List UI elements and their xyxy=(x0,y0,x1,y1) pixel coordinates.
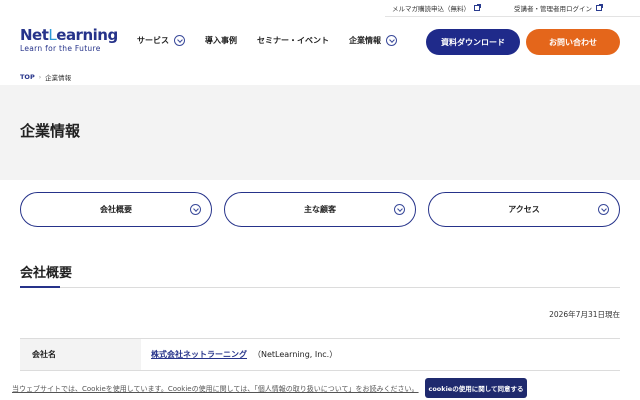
breadcrumb: TOP › 企業情報 xyxy=(20,72,71,82)
chevron-down-icon xyxy=(386,35,397,46)
utility-bar: メルマガ購読申込（無料） 受講者・管理者用ログイン xyxy=(0,0,640,16)
tab-access[interactable]: アクセス xyxy=(428,192,620,227)
nav-item-case-studies[interactable]: 導入事例 xyxy=(205,35,237,46)
cookie-notice-text[interactable]: 当ウェブサイトでは、Cookieを使用しています。Cookieの使用に関しては、… xyxy=(12,384,419,394)
company-name-link[interactable]: 株式会社ネットラーニング xyxy=(151,349,247,360)
breadcrumb-separator: › xyxy=(38,73,42,81)
cookie-consent-button[interactable]: cookieの使用に関して同意する xyxy=(425,378,527,398)
tab-company-overview[interactable]: 会社概要 xyxy=(20,192,212,227)
nav-item-label: サービス xyxy=(137,36,169,45)
as-of-date: 2026年7月31日現在 xyxy=(549,310,620,319)
login-link[interactable]: 受講者・管理者用ログイン xyxy=(514,3,603,13)
section-heading: 会社概要 xyxy=(20,266,73,281)
chevron-down-icon xyxy=(174,35,185,46)
external-link-icon xyxy=(474,4,481,11)
row-value: 株式会社ネットラーニング （NetLearning, Inc.） xyxy=(141,339,620,370)
nav-item-label: 導入事例 xyxy=(205,36,237,45)
login-link-label: 受講者・管理者用ログイン xyxy=(514,5,592,13)
chevron-down-icon xyxy=(598,204,609,215)
tab-label: 主な顧客 xyxy=(304,205,336,214)
chevron-down-icon xyxy=(190,204,201,215)
nav-item-seminars[interactable]: セミナー・イベント xyxy=(257,35,329,46)
page-hero: 企業情報 xyxy=(0,85,640,180)
site-header: NetLearning Learn for the Future サービス 導入… xyxy=(0,17,640,69)
tab-label: アクセス xyxy=(508,205,540,214)
section-divider xyxy=(20,287,620,288)
chevron-down-icon xyxy=(394,204,405,215)
tab-major-clients[interactable]: 主な顧客 xyxy=(224,192,416,227)
tab-label: 会社概要 xyxy=(100,205,132,214)
main-nav: サービス 導入事例 セミナー・イベント 企業情報 xyxy=(137,35,417,46)
nav-item-label: 企業情報 xyxy=(349,36,381,45)
breadcrumb-current: 企業情報 xyxy=(45,74,72,82)
anchor-tabs: 会社概要 主な顧客 アクセス xyxy=(20,192,620,227)
newsletter-link[interactable]: メルマガ購読申込（無料） xyxy=(392,3,481,13)
contact-button[interactable]: お問い合わせ xyxy=(526,29,620,55)
nav-item-label: セミナー・イベント xyxy=(257,36,329,45)
nav-item-services[interactable]: サービス xyxy=(137,35,185,46)
download-materials-button[interactable]: 資料ダウンロード xyxy=(426,29,520,55)
cookie-banner: 当ウェブサイトでは、Cookieを使用しています。Cookieの使用に関しては、… xyxy=(0,376,640,400)
row-label: 会社名 xyxy=(20,339,141,370)
section-divider-accent xyxy=(20,286,60,288)
external-link-icon xyxy=(596,4,603,11)
company-info-table: 会社名 株式会社ネットラーニング （NetLearning, Inc.） xyxy=(20,338,620,371)
nav-item-company[interactable]: 企業情報 xyxy=(349,35,397,46)
logo-wordmark: NetLearning xyxy=(20,26,118,44)
site-logo[interactable]: NetLearning Learn for the Future xyxy=(20,26,118,57)
table-row: 会社名 株式会社ネットラーニング （NetLearning, Inc.） xyxy=(20,339,620,371)
logo-tagline: Learn for the Future xyxy=(20,44,101,53)
newsletter-link-label: メルマガ購読申込（無料） xyxy=(392,5,470,13)
page-title: 企業情報 xyxy=(20,122,81,140)
company-name-english: （NetLearning, Inc.） xyxy=(253,350,338,359)
breadcrumb-home-link[interactable]: TOP xyxy=(20,73,35,81)
